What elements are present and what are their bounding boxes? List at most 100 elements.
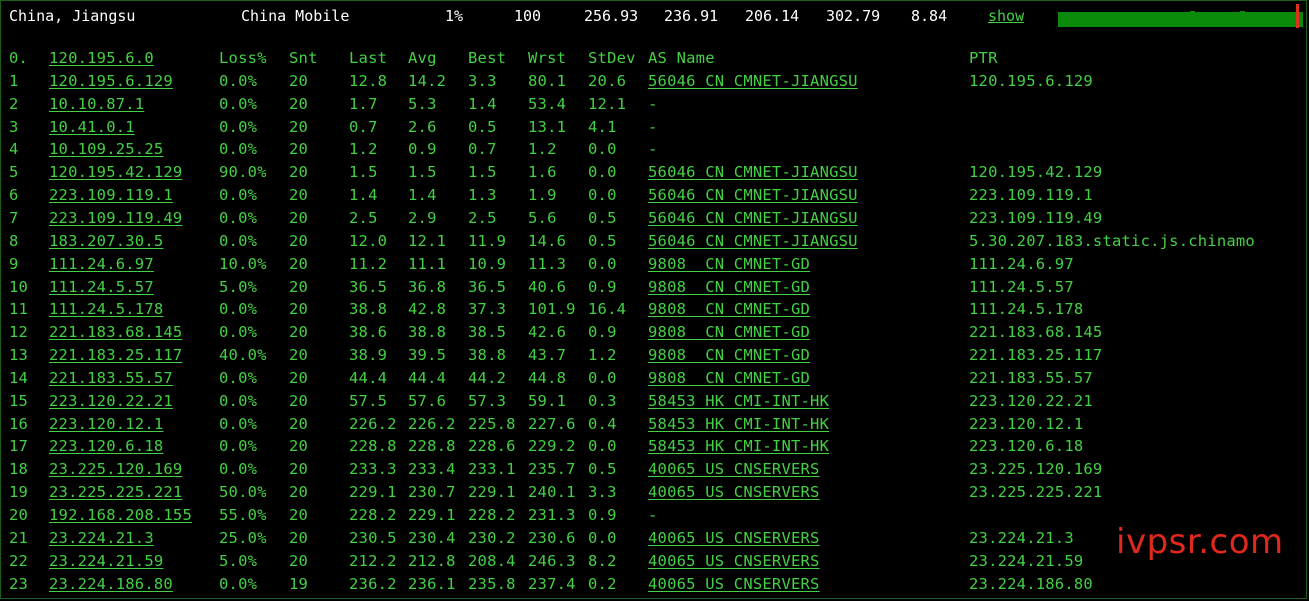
hop-asname[interactable]: 56046 CN CMNET-JIANGSU <box>648 186 858 204</box>
show-link[interactable]: show <box>988 7 1024 25</box>
hop-asname[interactable]: 9808 CN CMNET-GD <box>648 346 810 364</box>
hop-best: 44.2 <box>468 368 507 387</box>
hop-best: 230.2 <box>468 528 516 547</box>
hop-host[interactable]: 23.225.120.169 <box>49 460 182 478</box>
hop-asname[interactable]: 56046 CN CMNET-JIANGSU <box>648 209 858 227</box>
hop-sent: 20 <box>289 506 309 524</box>
hop-last: 12.0 <box>349 231 388 250</box>
hop-avg: 12.1 <box>408 231 447 250</box>
hop-best: 228.6 <box>468 437 516 456</box>
hop-host[interactable]: 111.24.5.57 <box>49 278 154 296</box>
hop-asname[interactable]: 58453 HK CMI-INT-HK <box>648 437 829 455</box>
hop-host[interactable]: 192.168.208.155 <box>49 506 192 524</box>
hop-worst: 246.3 <box>528 551 576 570</box>
hop-asname[interactable]: 40065 US CNSERVERS <box>648 552 820 570</box>
hop-host[interactable]: 111.24.5.178 <box>49 300 163 318</box>
hop-stdev: 0.0 <box>588 368 617 387</box>
hop-asname[interactable]: 40065 US CNSERVERS <box>648 460 820 478</box>
hop-asname[interactable]: 40065 US CNSERVERS <box>648 575 820 593</box>
hop-ptr: 221.183.25.117 <box>969 346 1103 365</box>
hop-last: 229.1 <box>349 483 397 502</box>
hop-avg: 230.7 <box>408 483 456 502</box>
hop-host[interactable]: 10.109.25.25 <box>49 140 163 158</box>
hop-host[interactable]: 221.183.25.117 <box>49 346 182 364</box>
hop-worst: 11.3 <box>528 254 567 273</box>
hop-host[interactable]: 223.120.12.1 <box>49 415 163 433</box>
hop-asname[interactable]: 9808 CN CMNET-GD <box>648 369 810 387</box>
watermark: ivpsr.com <box>1116 522 1284 562</box>
hop-asname[interactable]: 40065 US CNSERVERS <box>648 483 820 501</box>
hop-worst: 42.6 <box>528 323 567 342</box>
hop-stdev: 0.0 <box>588 528 617 547</box>
hop-sent: 20 <box>289 346 309 365</box>
hop-host[interactable]: 23.224.186.80 <box>49 575 173 593</box>
summary-loss: 1% <box>445 7 464 25</box>
hop-stdev: 0.9 <box>588 323 617 342</box>
hop-asname[interactable]: 56046 CN CMNET-JIANGSU <box>648 163 858 181</box>
hop-asname[interactable]: 40065 US CNSERVERS <box>648 529 820 547</box>
hop-sent: 20 <box>289 460 309 479</box>
table-row: 23 23.224.186.80 0.0% 19 236.2 236.1 235.8 237.… <box>0 575 1309 598</box>
summary-last: 256.93 <box>584 7 639 25</box>
hop-index: 5 <box>9 163 19 182</box>
hop-index: 19 <box>9 483 29 502</box>
hop-host[interactable]: 223.120.6.18 <box>49 437 163 455</box>
summary-worst: 302.79 <box>826 7 881 25</box>
hop-stdev: 1.2 <box>588 346 617 365</box>
hop-host[interactable]: 23.224.21.3 <box>49 529 154 547</box>
hop-index: 2 <box>9 94 19 113</box>
hop-host[interactable]: 223.120.22.21 <box>49 392 173 410</box>
hop-host[interactable]: 223.109.119.49 <box>49 209 182 227</box>
table-row: 21 23.224.21.3 25.0% 20 230.5 230.4 230.2 230.6… <box>0 529 1309 552</box>
column-header-wrst: Wrst <box>528 49 567 67</box>
hop-loss: 0.0% <box>219 231 258 250</box>
hop-host[interactable]: 120.195.42.129 <box>49 163 182 181</box>
hop-host[interactable]: 10.10.87.1 <box>49 95 144 113</box>
hop-asname[interactable]: 56046 CN CMNET-JIANGSU <box>648 72 858 90</box>
hop-host[interactable]: 23.224.21.59 <box>49 552 163 570</box>
hop-host[interactable]: 221.183.55.57 <box>49 369 173 387</box>
hop-loss: 0.0% <box>219 437 258 456</box>
hop-loss: 5.0% <box>219 277 258 296</box>
hop-sent: 19 <box>289 574 309 593</box>
hop-loss: 0.0% <box>219 71 258 90</box>
hop-avg: 226.2 <box>408 414 456 433</box>
column-header-ptr: PTR <box>969 49 998 67</box>
hop-loss: 55.0% <box>219 506 267 524</box>
column-header-host[interactable]: 120.195.6.0 <box>49 49 154 67</box>
hop-asname[interactable]: 58453 HK CMI-INT-HK <box>648 392 829 410</box>
hop-loss: 0.0% <box>219 414 258 433</box>
table-row: 5 120.195.42.129 90.0% 20 1.5 1.5 1.5 1.6 0.0 560… <box>0 163 1309 186</box>
hop-last: 36.5 <box>349 277 388 296</box>
hop-host[interactable]: 111.24.6.97 <box>49 255 154 273</box>
hop-index: 12 <box>9 323 29 342</box>
hop-worst: 59.1 <box>528 391 567 410</box>
hop-loss: 25.0% <box>219 528 267 547</box>
hop-stdev: 0.5 <box>588 460 617 479</box>
hop-sent: 20 <box>289 414 309 433</box>
column-header-stdev: StDev <box>588 49 636 67</box>
table-row: 4 10.109.25.25 0.0% 20 1.2 0.9 0.7 1.2 0.0 - <box>0 140 1309 163</box>
column-header-as: AS Name <box>648 49 715 67</box>
hop-host[interactable]: 221.183.68.145 <box>49 323 182 341</box>
hop-stdev: 0.3 <box>588 391 617 410</box>
column-header-avg: Avg <box>408 49 437 67</box>
hop-host[interactable]: 223.109.119.1 <box>49 186 173 204</box>
hop-last: 236.2 <box>349 574 397 593</box>
hop-worst: 235.7 <box>528 460 576 479</box>
hop-asname[interactable]: 56046 CN CMNET-JIANGSU <box>648 232 858 250</box>
summary-sent: 100 <box>514 7 542 25</box>
hop-asname[interactable]: 9808 CN CMNET-GD <box>648 255 810 273</box>
hop-asname[interactable]: 9808 CN CMNET-GD <box>648 323 810 341</box>
hop-host[interactable]: 10.41.0.1 <box>49 118 135 136</box>
hop-host[interactable]: 23.225.225.221 <box>49 483 182 501</box>
hop-last: 230.5 <box>349 528 397 547</box>
hop-avg: 1.5 <box>408 163 437 182</box>
hop-host[interactable]: 183.207.30.5 <box>49 232 163 250</box>
hop-asname[interactable]: 9808 CN CMNET-GD <box>648 278 810 296</box>
hop-best: 57.3 <box>468 391 507 410</box>
hop-asname[interactable]: 9808 CN CMNET-GD <box>648 300 810 318</box>
hop-stdev: 0.0 <box>588 437 617 456</box>
hop-host[interactable]: 120.195.6.129 <box>49 72 173 90</box>
hop-asname[interactable]: 58453 HK CMI-INT-HK <box>648 415 829 433</box>
